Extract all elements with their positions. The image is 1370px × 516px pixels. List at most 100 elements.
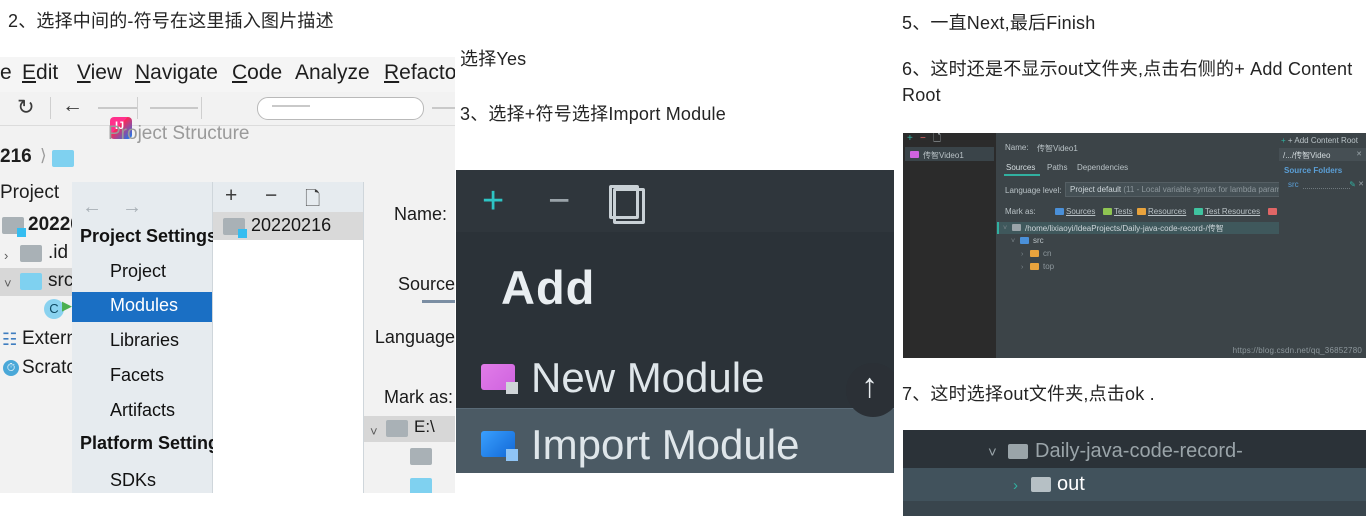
mark-as-resources[interactable]: Resources [1137,207,1187,216]
tab-paths[interactable]: Paths [1047,163,1067,172]
close-icon[interactable]: ✕ [1356,150,1362,158]
nav-item-project[interactable]: Project [72,258,212,288]
tree-row-out[interactable]: › out [903,468,1366,501]
tab-dependencies[interactable]: Dependencies [1077,163,1128,172]
content-root-row[interactable]: ˅ E:\ [364,416,455,442]
tab-sources[interactable]: Sources [1006,163,1035,172]
content-root-row[interactable]: ˅ /home/lixiaoyi/IdeaProjects/Daily-java… [997,222,1281,234]
tree-row-external-libraries[interactable]: ☷ Extern [0,326,77,354]
modules-toolbar: + − [456,170,894,233]
nav-item-modules[interactable]: Modules [72,292,212,322]
content-child-row-1[interactable] [364,444,455,470]
content-child-row-2[interactable] [364,474,455,493]
nav-group-platform-settings: Platform Setting [80,433,220,453]
module-list-item[interactable]: 20220216 [213,212,363,240]
add-module-button[interactable]: + [907,134,913,144]
content-root-entry[interactable]: /.../传智Video ✕ [1279,148,1366,161]
tree-row-top[interactable]: › top [997,261,1279,273]
module-list-item[interactable]: 传智Video1 [905,147,994,161]
nav-item-facets[interactable]: Facets [72,362,212,392]
mark-as-test-resources[interactable]: Test Resources [1194,207,1260,216]
annotation-select-yes: 选择Yes [460,49,527,69]
remove-module-button[interactable]: − [265,184,277,208]
module-detail-panel: Name: Source Language Mark as: ˅ E:\ [364,182,455,493]
remove-module-button[interactable]: − [920,134,926,144]
menu-item-import-module[interactable]: Import Module [456,408,894,473]
menu-item-refactor[interactable]: Refacto [384,61,455,85]
forward-arrow-icon[interactable]: → [122,196,142,219]
nav-item-artifacts[interactable]: Artifacts [72,397,212,427]
annotation-step-5: 5、一直Next,最后Finish [902,13,1096,33]
close-icon[interactable]: ✕ [1358,180,1364,188]
content-root-entry-label: /.../传智Video [1283,151,1331,160]
annotation-step-3: 3、选择+符号选择Import Module [460,104,726,124]
module-folder-icon [223,218,247,238]
content-root-pane: + + Add Content Root /.../传智Video ✕ Sour… [1279,133,1366,358]
menu-item-edit[interactable]: Edit [22,61,58,85]
name-label: Name: [393,204,447,224]
refresh-icon[interactable]: ↻ [17,95,35,120]
tree-label-out: out [1057,473,1085,495]
menu-item-view[interactable]: View [77,61,122,85]
tree-row-class[interactable]: C ▶ [0,297,72,325]
tree-label-top: top [1043,262,1055,271]
content-root-icon [1012,224,1021,231]
tree-label-scratches: Scratc [22,357,76,378]
folder-icon [410,448,432,465]
menu-item-navigate[interactable]: Navigate [135,61,218,85]
edit-pencil-icon[interactable]: ✎ [1349,180,1356,189]
tree-row-cn[interactable]: › cn [997,248,1279,260]
package-icon [1030,250,1039,257]
add-content-root-button[interactable]: + + Add Content Root [1281,136,1358,145]
name-value[interactable]: 传智Video1 [1037,143,1078,154]
nav-item-libraries-label: Libraries [110,330,180,350]
menu-item-new-module[interactable]: New Module [456,342,894,408]
plus-icon[interactable]: + [482,182,504,220]
modules-list-toolbar: + − 🗋 [213,182,363,212]
menu-item-analyze[interactable]: Analyze [295,61,370,85]
mark-as-sources-label: Sources [1066,207,1096,216]
watermark: https://blog.csdn.net/qq_36852780 [1232,346,1362,355]
project-tool-tab[interactable]: Project [0,182,59,204]
folder-icon [52,150,74,167]
copy-icon[interactable]: 🗋 [933,134,941,144]
tree-label-src: src [1033,236,1044,245]
scroll-to-top-button[interactable]: ↑ [846,363,894,417]
new-module-icon [481,364,518,394]
menu-item-file[interactable]: e [0,61,12,85]
tree-row-project[interactable]: 20220 [0,212,81,240]
module-list-item-label: 传智Video1 [923,151,964,160]
nav-item-sdks[interactable]: SDKs [72,467,212,493]
menu-item-code[interactable]: Code [232,61,282,85]
mark-as-resources-label: Resources [1148,207,1187,216]
tree-row-src[interactable]: ˅ src [0,268,74,296]
breadcrumb-project[interactable]: 216 [0,146,32,168]
mark-as-sources[interactable]: Sources [1055,207,1096,216]
out-folder-tree-screenshot: ˅ Daily-java-code-record- › out [903,430,1366,516]
tree-label-project-root: Daily-java-code-record- [1035,440,1243,462]
scratches-icon: ⏱ [3,360,19,376]
left-ide-screenshot: e Edit View Navigate Code Analyze Refact… [0,57,455,493]
add-module-button[interactable]: + [225,184,237,208]
tool-bar: ↻ ← [0,92,455,126]
modules-toolbar-dark: + − 🗋 [903,133,996,146]
tab-sources[interactable]: Source [398,274,455,295]
language-level-label: Language [374,327,455,347]
back-arrow-icon[interactable]: ← [82,196,102,219]
back-arrow-icon[interactable]: ← [62,94,83,118]
modules-list-panel-dark: + − 🗋 传智Video1 [903,133,997,358]
nav-item-libraries[interactable]: Libraries [72,327,212,357]
source-folder-row[interactable]: src ✎ ✕ [1279,179,1366,191]
tree-row-scratches[interactable]: ⏱ Scratc [0,355,76,383]
module-folder-icon [2,217,26,237]
copy-icon[interactable] [609,185,645,224]
nav-item-project-label: Project [110,261,167,281]
tree-row-project-root[interactable]: ˅ Daily-java-code-record- [903,435,1366,468]
tree-label-src: src [48,270,74,291]
annotation-step-6: 6、这时还是不显示out文件夹,点击右侧的+ Add Content Root [902,59,1353,106]
minus-icon[interactable]: − [548,182,570,220]
tree-row-idea[interactable]: › .id [0,240,72,268]
tree-row-src[interactable]: ˅ src [997,235,1279,247]
mark-as-tests[interactable]: Tests [1103,207,1133,216]
module-list-item-label: 20220216 [251,215,332,235]
